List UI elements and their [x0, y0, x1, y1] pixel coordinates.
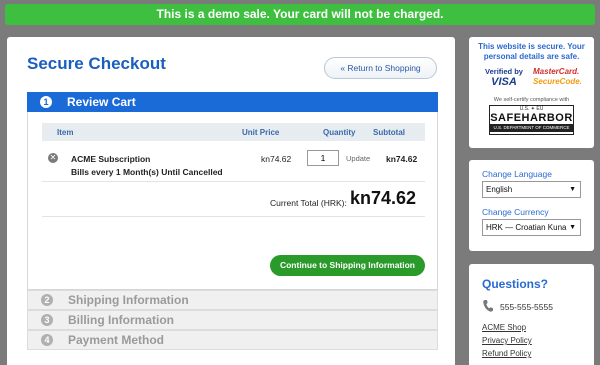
- item-unit-price: kn74.62: [261, 154, 292, 164]
- phone-icon: [483, 300, 493, 312]
- item-subtotal: kn74.62: [386, 154, 418, 164]
- verified-by-visa-logo: Verified by VISA: [478, 66, 530, 88]
- security-message: This website is secure. Your personal de…: [478, 42, 585, 61]
- chevron-down-icon: ▼: [569, 224, 576, 231]
- self-cert-text: We self-certify compliance with: [493, 97, 570, 103]
- questions-title: Questions?: [482, 277, 549, 291]
- col-unit-price: Unit Price: [242, 128, 280, 137]
- mastercard-securecode-logo: MasterCard. SecureCode.: [533, 67, 588, 87]
- update-quantity-link[interactable]: Update: [346, 154, 370, 163]
- step-payment-method[interactable]: 4 Payment Method: [27, 330, 438, 350]
- remove-circle-icon[interactable]: ✕: [48, 153, 58, 163]
- cart-box: Item Unit Price Quantity Subtotal ✕ ACME…: [27, 112, 438, 290]
- step-number: 1: [40, 96, 52, 108]
- continue-to-shipping-button[interactable]: Continue to Shipping Information: [270, 255, 425, 276]
- item-name: ACME Subscription: [71, 154, 151, 164]
- total-value: kn74.62: [350, 188, 417, 208]
- step-title: Payment Method: [68, 333, 165, 347]
- currency-select[interactable]: HRK — Croatian Kuna ▼: [482, 219, 581, 236]
- step-number: 3: [41, 314, 53, 326]
- cart-table-header: Item Unit Price Quantity Subtotal: [42, 123, 425, 141]
- step-billing-information[interactable]: 3 Billing Information: [27, 310, 438, 330]
- checkout-panel: Secure Checkout « Return to Shopping 1 R…: [7, 37, 455, 365]
- language-select[interactable]: English ▼: [482, 181, 581, 198]
- acme-shop-link[interactable]: ACME Shop: [482, 323, 526, 332]
- phone-number: 555-555-5555: [500, 302, 553, 312]
- refund-policy-link[interactable]: Refund Policy: [482, 349, 531, 358]
- step-shipping-information[interactable]: 2 Shipping Information: [27, 290, 438, 310]
- step-review-cart: 1 Review Cart: [27, 92, 438, 112]
- divider: [42, 181, 425, 182]
- col-subtotal: Subtotal: [373, 128, 405, 137]
- quantity-input[interactable]: [307, 150, 339, 166]
- step-title: Billing Information: [68, 313, 174, 327]
- mc-line2: SecureCode.: [533, 77, 582, 86]
- col-item: Item: [57, 128, 74, 137]
- demo-sale-banner: This is a demo sale. Your card will not …: [5, 4, 595, 25]
- return-to-shopping-button[interactable]: « Return to Shopping: [324, 57, 437, 79]
- privacy-policy-link[interactable]: Privacy Policy: [482, 336, 532, 345]
- chevron-down-icon: ▼: [569, 186, 576, 193]
- step-title: Shipping Information: [68, 293, 189, 307]
- language-value: English: [486, 185, 513, 194]
- step-number: 2: [41, 294, 53, 306]
- currency-label: Change Currency: [482, 207, 549, 217]
- visa-main: VISA: [491, 76, 517, 88]
- help-panel: Questions? 555-555-5555 ACME Shop Privac…: [469, 264, 594, 365]
- language-label: Change Language: [482, 169, 552, 179]
- item-billing-cycle: Bills every 1 Month(s) Until Cancelled: [71, 167, 223, 177]
- mc-line1: MasterCard.: [533, 67, 580, 76]
- divider: [42, 216, 425, 217]
- page-title: Secure Checkout: [27, 54, 166, 73]
- settings-panel: Change Language English ▼ Change Currenc…: [469, 160, 594, 251]
- safe-harbor-badge: U.S. ✦ EU SAFEHARBOR U.S. DEPARTMENT OF …: [489, 105, 574, 135]
- currency-value: HRK — Croatian Kuna: [486, 223, 567, 232]
- step-number: 4: [41, 334, 53, 346]
- step-title: Review Cart: [67, 95, 136, 109]
- col-quantity: Quantity: [323, 128, 356, 137]
- safe-harbor-main: SAFEHARBOR: [490, 112, 573, 124]
- safe-harbor-bottom: U.S. DEPARTMENT OF COMMERCE: [490, 124, 573, 132]
- total-label: Current Total (HRK):: [270, 198, 347, 208]
- security-panel: This website is secure. Your personal de…: [469, 37, 594, 148]
